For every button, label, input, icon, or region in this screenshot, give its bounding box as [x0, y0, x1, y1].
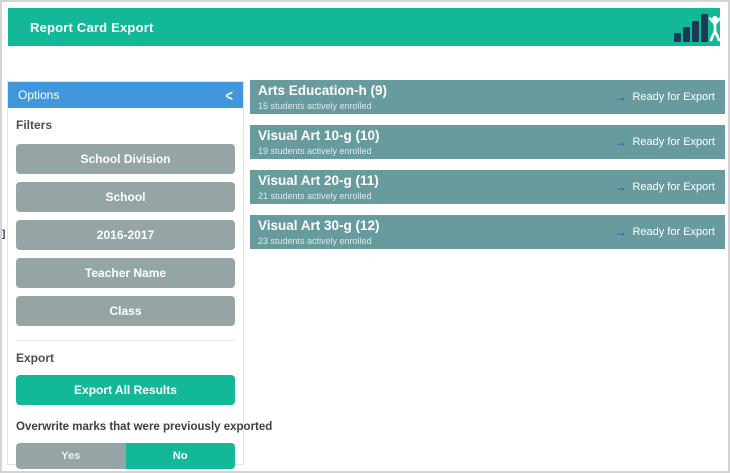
filter-button[interactable]: School Division	[16, 144, 235, 174]
class-row[interactable]: Visual Art 10-g (10) 19 students activel…	[250, 125, 725, 159]
arrow-right-icon: →	[614, 136, 626, 148]
status-label: Ready for Export	[632, 91, 715, 103]
status-label: Ready for Export	[632, 226, 715, 238]
filter-button[interactable]: Class	[16, 296, 235, 326]
page-title: Report Card Export	[8, 20, 154, 35]
class-row[interactable]: Visual Art 20-g (11) 21 students activel…	[250, 170, 725, 204]
overwrite-toggle: Yes No	[16, 443, 235, 469]
class-row[interactable]: Arts Education-h (9) 15 students activel…	[250, 80, 725, 114]
options-title: Options	[18, 88, 59, 102]
options-panel-header[interactable]: Options <	[8, 82, 243, 108]
arrow-right-icon: →	[614, 91, 626, 103]
class-row[interactable]: Visual Art 30-g (12) 23 students activel…	[250, 215, 725, 249]
edge-artifact-text: ]	[2, 229, 5, 240]
filter-button-list: School Division School 2016-2017 Teacher…	[16, 144, 235, 326]
toggle-option[interactable]: No	[126, 443, 236, 469]
export-label: Export	[16, 351, 235, 365]
toggle-option[interactable]: Yes	[16, 443, 126, 469]
filters-label: Filters	[16, 118, 235, 132]
arrow-right-icon: →	[614, 181, 626, 193]
toggle-option-label: No	[173, 450, 188, 462]
collapse-chevron-icon[interactable]: <	[225, 86, 233, 104]
filter-button[interactable]: 2016-2017	[16, 220, 235, 250]
divider	[16, 340, 235, 341]
class-status: → Ready for Export	[614, 181, 715, 193]
export-all-results-button[interactable]: Export All Results	[16, 375, 235, 405]
class-list: Arts Education-h (9) 15 students activel…	[250, 80, 725, 471]
status-label: Ready for Export	[632, 136, 715, 148]
app-header: Report Card Export	[8, 8, 720, 46]
overwrite-label: Overwrite marks that were previously exp…	[16, 421, 235, 433]
toggle-option-label: Yes	[61, 450, 80, 462]
filter-button[interactable]: Teacher Name	[16, 258, 235, 288]
arrow-right-icon: →	[614, 226, 626, 238]
options-panel: Options < Filters School Division School…	[7, 81, 244, 465]
bar-chart-with-person-icon	[671, 10, 720, 43]
app-window: Report Card Export Options < Filters	[0, 0, 730, 473]
status-label: Ready for Export	[632, 181, 715, 193]
filter-button[interactable]: School	[16, 182, 235, 212]
class-status: → Ready for Export	[614, 226, 715, 238]
class-status: → Ready for Export	[614, 91, 715, 103]
class-status: → Ready for Export	[614, 136, 715, 148]
